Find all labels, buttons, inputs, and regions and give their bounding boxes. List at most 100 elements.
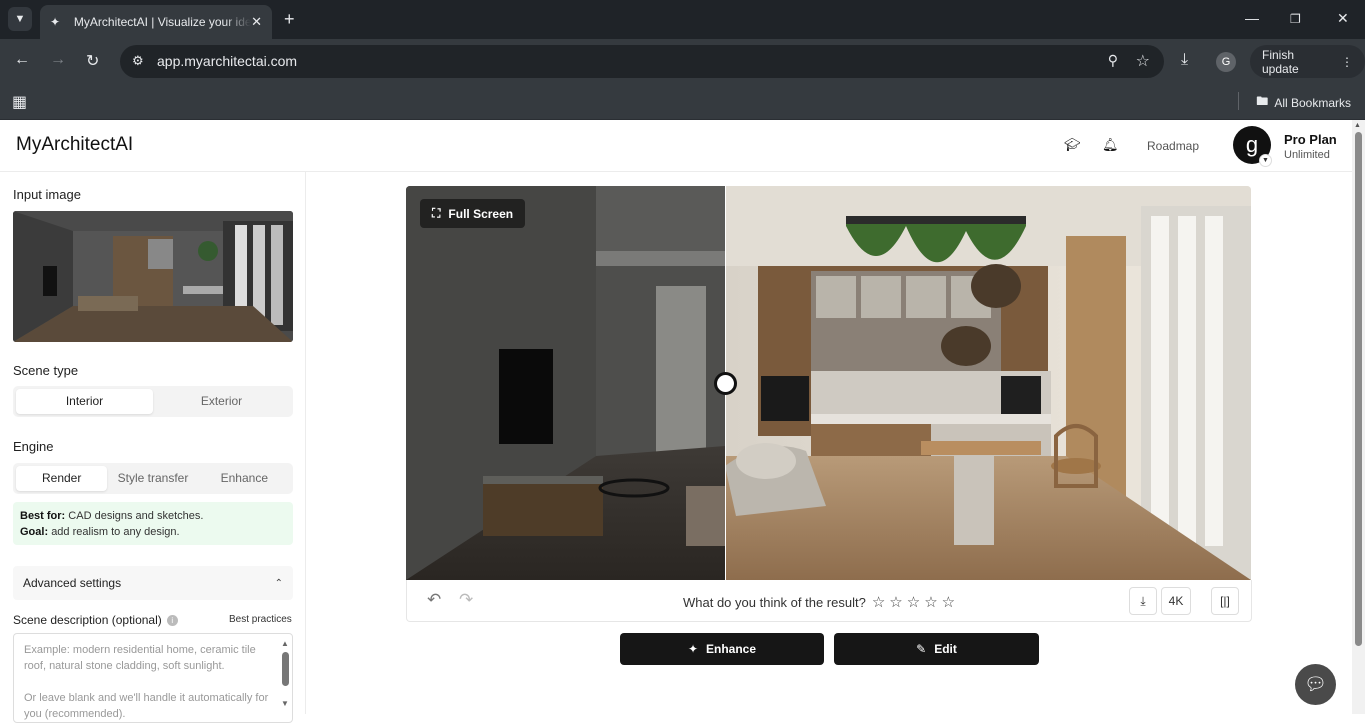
back-arrow-icon[interactable]: ← bbox=[14, 51, 30, 69]
forward-arrow-icon[interactable]: → bbox=[50, 51, 66, 69]
bookmark-star-icon[interactable]: ☆ bbox=[1136, 51, 1150, 71]
plan-subtitle: Unlimited bbox=[1284, 149, 1330, 161]
compare-toggle-button[interactable]: [|] bbox=[1211, 587, 1239, 615]
app-logo[interactable]: MyArchitectAI bbox=[16, 134, 133, 156]
chevron-up-icon: ⌃ bbox=[274, 577, 283, 589]
before-after-viewer[interactable] bbox=[406, 186, 1251, 580]
textarea-scrollbar[interactable]: ▲ ▼ bbox=[280, 638, 290, 708]
graduation-cap-icon[interactable]: 🎓︎ bbox=[1064, 137, 1081, 153]
engine-style-transfer[interactable]: Style transfer bbox=[107, 466, 198, 491]
full-screen-label: Full Screen bbox=[448, 206, 514, 221]
scroll-down-icon[interactable]: ▼ bbox=[281, 696, 289, 712]
scene-description-label: Scene description (optional) bbox=[13, 613, 162, 627]
scene-type-toggle: Interior Exterior bbox=[13, 386, 293, 417]
apps-grid-icon[interactable]: ▦ bbox=[12, 92, 27, 112]
page-scroll-up-icon[interactable]: ▲ bbox=[1354, 122, 1361, 129]
all-bookmarks-button[interactable]: 🖿 All Bookmarks bbox=[1256, 92, 1351, 113]
bookmarks-bar: ▦ 🖿 All Bookmarks bbox=[0, 84, 1365, 120]
tab-title: MyArchitectAI | Visualize your ideas bbox=[73, 15, 252, 29]
engine-label: Engine bbox=[13, 439, 54, 454]
placeholder-line-2: Or leave blank and we'll handle it autom… bbox=[24, 692, 269, 720]
bell-icon[interactable]: 🔔︎ bbox=[1102, 137, 1119, 153]
goal-text: add realism to any design. bbox=[51, 526, 180, 538]
site-settings-icon[interactable]: ⚙ bbox=[132, 53, 144, 69]
best-practices-link[interactable]: Best practices bbox=[229, 614, 292, 625]
rating-stars: ☆ ☆ ☆ ☆ ☆ bbox=[872, 593, 955, 611]
window-close-icon[interactable]: ✕ bbox=[1337, 10, 1349, 27]
input-image-thumbnail[interactable] bbox=[13, 211, 293, 342]
page-scrollbar[interactable]: ▲ bbox=[1352, 120, 1365, 714]
sparkle-favicon-icon: ✦ bbox=[50, 15, 61, 29]
viewer-toolbar: ↶ ↷ What do you think of the result? ☆ ☆… bbox=[406, 580, 1252, 622]
profile-avatar[interactable]: G bbox=[1216, 52, 1236, 72]
sparkle-icon: ✦ bbox=[687, 642, 699, 656]
download-button[interactable]: ⤓ bbox=[1129, 587, 1157, 615]
url-text: app.myarchitectai.com bbox=[157, 53, 298, 69]
page-scroll-thumb[interactable] bbox=[1355, 132, 1362, 646]
star-4-icon[interactable]: ☆ bbox=[924, 593, 937, 611]
split-view-icon: [|] bbox=[1220, 594, 1230, 608]
tab-search-chevron-icon[interactable]: ▼ bbox=[8, 7, 32, 31]
star-5-icon[interactable]: ☆ bbox=[942, 593, 955, 611]
edit-button[interactable]: ✎ Edit bbox=[834, 633, 1039, 665]
settings-sidebar: Input image Scene type Interior Exterior… bbox=[0, 172, 306, 723]
bookmarks-separator bbox=[1238, 92, 1239, 110]
browser-tab[interactable]: ✦ MyArchitectAI | Visualize your ideas ✕ bbox=[40, 5, 272, 39]
info-icon[interactable]: i bbox=[166, 614, 178, 626]
finish-update-button[interactable]: Finish update ⋮ bbox=[1250, 45, 1365, 78]
tab-close-icon[interactable]: ✕ bbox=[251, 14, 262, 30]
rating-prompt: What do you think of the result? bbox=[683, 594, 866, 610]
zoom-search-icon[interactable]: ⚲ bbox=[1108, 52, 1118, 69]
best-for-label: Best for: bbox=[20, 510, 66, 522]
finish-update-label: Finish update bbox=[1262, 47, 1299, 76]
chat-support-button[interactable]: 💬︎ bbox=[1295, 664, 1336, 705]
full-screen-button[interactable]: ⛶ Full Screen bbox=[420, 199, 526, 228]
new-tab-plus-icon[interactable]: + bbox=[284, 9, 295, 30]
star-3-icon[interactable]: ☆ bbox=[907, 593, 920, 611]
redo-icon[interactable]: ↷ bbox=[459, 590, 473, 610]
enhance-button[interactable]: ✦ Enhance bbox=[620, 633, 824, 665]
pencil-icon: ✎ bbox=[916, 642, 927, 656]
star-2-icon[interactable]: ☆ bbox=[889, 593, 902, 611]
downloads-icon[interactable]: ⤓ bbox=[1181, 51, 1188, 69]
download-icon: ⤓ bbox=[1140, 593, 1146, 608]
browser-toolbar: ← → ↻ ⚙ app.myarchitectai.com ⚲ ☆ ⤓ G Fi… bbox=[0, 39, 1365, 84]
advanced-settings-toggle[interactable]: Advanced settings ⌃ bbox=[13, 566, 293, 600]
engine-info-box: Best for: CAD designs and sketches. Goal… bbox=[13, 502, 293, 545]
undo-icon[interactable]: ↶ bbox=[427, 590, 441, 610]
reload-icon[interactable]: ↻ bbox=[86, 51, 99, 71]
scene-description-input[interactable]: Example: modern residential home, cerami… bbox=[13, 633, 293, 723]
best-for-text: CAD designs and sketches. bbox=[68, 510, 204, 522]
input-image-label: Input image bbox=[13, 187, 81, 202]
avatar-chevron-down-icon[interactable]: ▼ bbox=[1259, 154, 1272, 167]
address-bar[interactable]: ⚙ app.myarchitectai.com ⚲ ☆ bbox=[120, 45, 1164, 78]
app-header: MyArchitectAI 🎓︎ 🔔︎ Roadmap g ▼ Pro Plan… bbox=[0, 120, 1352, 172]
placeholder-line-1: Example: modern residential home, cerami… bbox=[24, 644, 256, 672]
render-comparison-image bbox=[406, 186, 1251, 580]
enhance-label: Enhance bbox=[706, 642, 757, 656]
expand-icon: ⛶ bbox=[432, 206, 441, 220]
engine-render[interactable]: Render bbox=[16, 466, 108, 491]
textarea-scroll-thumb[interactable] bbox=[282, 652, 289, 686]
engine-toggle: Render Style transfer Enhance bbox=[13, 463, 293, 494]
resolution-4k-button[interactable]: 4K bbox=[1161, 587, 1191, 615]
scene-type-interior[interactable]: Interior bbox=[16, 389, 153, 414]
scene-description-label-row: Scene description (optional) i bbox=[13, 613, 178, 627]
folder-icon: 🖿 bbox=[1256, 94, 1269, 108]
scroll-up-icon[interactable]: ▲ bbox=[281, 636, 289, 652]
edit-label: Edit bbox=[934, 642, 957, 656]
plan-name: Pro Plan bbox=[1284, 132, 1337, 147]
minimize-icon[interactable]: — bbox=[1245, 10, 1259, 26]
restore-icon[interactable]: ❐ bbox=[1290, 12, 1301, 26]
star-1-icon[interactable]: ☆ bbox=[872, 593, 885, 611]
roadmap-link[interactable]: Roadmap bbox=[1147, 139, 1199, 153]
chat-bubble-icon: 💬︎ bbox=[1304, 674, 1327, 694]
comparison-slider-handle[interactable] bbox=[714, 372, 737, 395]
all-bookmarks-label: All Bookmarks bbox=[1274, 95, 1351, 110]
more-vertical-icon: ⋮ bbox=[1341, 54, 1353, 69]
rating-row: What do you think of the result? ☆ ☆ ☆ ☆… bbox=[683, 593, 955, 611]
scene-type-label: Scene type bbox=[13, 363, 79, 378]
input-sketch-illustration bbox=[13, 211, 293, 342]
engine-enhance[interactable]: Enhance bbox=[199, 466, 290, 491]
scene-type-exterior[interactable]: Exterior bbox=[153, 389, 290, 414]
